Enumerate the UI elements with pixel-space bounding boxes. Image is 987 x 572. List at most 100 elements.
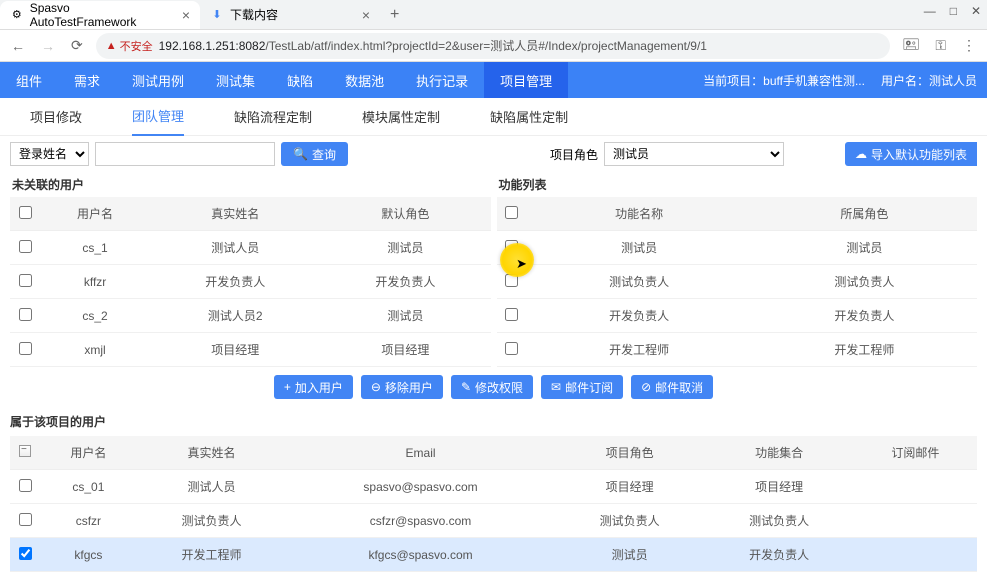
cell-role: 开发负责人 [752,299,977,333]
cell-email: csfzr@spasvo.com [286,504,555,538]
row-checkbox[interactable] [505,240,518,253]
cell-realname: 项目经理 [150,333,320,367]
forward-button[interactable]: → [38,38,58,54]
cell-role: 开发工程师 [752,333,977,367]
table-row[interactable]: xmjl 项目经理 项目经理 [10,333,491,367]
cell-role: 项目经理 [555,470,704,504]
cell-role: 测试员 [320,231,490,265]
search-icon: 🔍 [293,147,308,161]
topnav-item[interactable]: 测试集 [200,62,271,98]
col-header: 用户名 [40,436,137,470]
col-header: 项目角色 [555,436,704,470]
table-row[interactable]: cs_01 测试人员 spasvo@spasvo.com 项目经理 项目经理 [10,470,977,504]
import-default-button[interactable]: ☁ 导入默认功能列表 [845,142,977,166]
back-button[interactable]: ← [8,38,28,54]
row-checkbox[interactable] [505,274,518,287]
menu-icon[interactable]: ⋮ [959,37,979,54]
close-icon[interactable]: × [182,7,190,23]
top-nav: 组件需求测试用例测试集缺陷数据池执行记录项目管理 当前项目：buff手机兼容性测… [0,62,987,98]
topnav-item[interactable]: 执行记录 [400,62,484,98]
mail-subscribe-button[interactable]: ✉ 邮件订阅 [541,375,623,399]
window-minimize[interactable]: — [924,4,936,18]
reload-button[interactable]: ⟳ [68,37,86,54]
table-row[interactable]: cs_1 测试人员 测试员 [10,231,491,265]
mail-icon: ✉ [551,380,561,394]
subnav-item[interactable]: 团队管理 [132,98,184,136]
subnav-item[interactable]: 项目修改 [30,98,82,136]
col-header: 默认角色 [320,197,490,231]
new-tab-button[interactable]: + [380,6,409,24]
key-icon[interactable]: ⚿ [932,37,949,54]
window-maximize[interactable]: □ [950,4,957,18]
subnav-item[interactable]: 缺陷流程定制 [234,98,312,136]
row-checkbox[interactable] [19,547,32,560]
cell-realname: 测试人员 [137,470,286,504]
cell-email: spasvo@spasvo.com [286,470,555,504]
row-checkbox[interactable] [19,342,32,355]
cell-username: cs_2 [40,299,150,333]
cell-username: xmjl [40,333,150,367]
row-checkbox[interactable] [19,274,32,287]
functions-pane: 功能列表 功能名称 所属角色 测试员 测试员 测试负责人 测试负责人 开发负责人… [497,172,978,367]
table-row[interactable]: 测试负责人 测试负责人 [497,265,978,299]
cell-sub [854,538,977,572]
col-header: 真实姓名 [150,197,320,231]
cell-username: cs_1 [40,231,150,265]
add-user-button[interactable]: + 加入用户 [274,375,353,399]
cell-funcs: 项目经理 [704,470,853,504]
cell-name: 开发工程师 [527,333,752,367]
cell-role: 测试员 [752,231,977,265]
search-button[interactable]: 🔍 查询 [281,142,348,166]
table-row[interactable]: cs_2 测试人员2 测试员 [10,299,491,333]
topnav-item[interactable]: 需求 [58,62,116,98]
topnav-item[interactable]: 项目管理 [484,62,568,98]
mail-cancel-button[interactable]: ⊘ 邮件取消 [631,375,713,399]
table-row[interactable]: 测试员 测试员 [497,231,978,265]
address-bar: ← → ⟳ ▲ 不安全 192.168.1.251:8082/TestLab/a… [0,30,987,62]
table-row[interactable]: 开发负责人 开发负责人 [497,299,978,333]
table-row[interactable]: kffzr 开发负责人 开发负责人 [10,265,491,299]
row-checkbox[interactable] [19,513,32,526]
table-row[interactable]: kfgcs 开发工程师 kfgcs@spasvo.com 测试员 开发负责人 [10,538,977,572]
col-header: 功能名称 [527,197,752,231]
col-header: 功能集合 [704,436,853,470]
cell-username: cs_01 [40,470,137,504]
cell-funcs: 开发负责人 [704,538,853,572]
topnav-item[interactable]: 测试用例 [116,62,200,98]
cell-role: 测试员 [320,299,490,333]
current-user[interactable]: 用户名：测试人员 [881,72,977,89]
remove-user-button[interactable]: ⊖ 移除用户 [361,375,443,399]
topnav-item[interactable]: 组件 [0,62,58,98]
row-checkbox[interactable] [19,308,32,321]
topnav-item[interactable]: 数据池 [329,62,400,98]
translate-icon[interactable]: 🖭 [900,34,922,58]
select-all-checkbox[interactable] [19,206,32,219]
url-input[interactable]: ▲ 不安全 192.168.1.251:8082/TestLab/atf/ind… [96,33,890,59]
modify-perm-button[interactable]: ✎ 修改权限 [451,375,533,399]
select-all-checkbox[interactable] [505,206,518,219]
cell-realname: 测试人员2 [150,299,320,333]
url-text: 192.168.1.251:8082/TestLab/atf/index.htm… [159,37,707,54]
subnav-item[interactable]: 模块属性定制 [362,98,440,136]
cell-sub [854,470,977,504]
browser-tab-0[interactable]: ⚙ Spasvo AutoTestFramework × [0,1,200,29]
table-row[interactable]: 开发工程师 开发工程师 [497,333,978,367]
table-row[interactable]: csfzr 测试负责人 csfzr@spasvo.com 测试负责人 测试负责人 [10,504,977,538]
row-checkbox[interactable] [19,479,32,492]
col-header: 所属角色 [752,197,977,231]
topnav-item[interactable]: 缺陷 [271,62,329,98]
row-checkbox[interactable] [505,308,518,321]
row-checkbox[interactable] [19,240,32,253]
tab-title: Spasvo AutoTestFramework [30,1,176,29]
subnav-item[interactable]: 缺陷属性定制 [490,98,568,136]
close-icon[interactable]: × [362,7,370,23]
browser-tab-1[interactable]: ⬇ 下载内容 × [200,1,380,29]
search-input[interactable] [95,142,275,166]
window-close[interactable]: ✕ [971,4,981,18]
row-checkbox[interactable] [505,342,518,355]
login-field-select[interactable]: 登录姓名 [10,142,89,166]
current-project[interactable]: 当前项目：buff手机兼容性测... [703,72,865,89]
pane-title: 未关联的用户 [10,172,491,197]
unlinked-users-table: 用户名 真实姓名 默认角色 cs_1 测试人员 测试员 kffzr 开发负责人 … [10,197,491,367]
role-select[interactable]: 测试员 [604,142,784,166]
